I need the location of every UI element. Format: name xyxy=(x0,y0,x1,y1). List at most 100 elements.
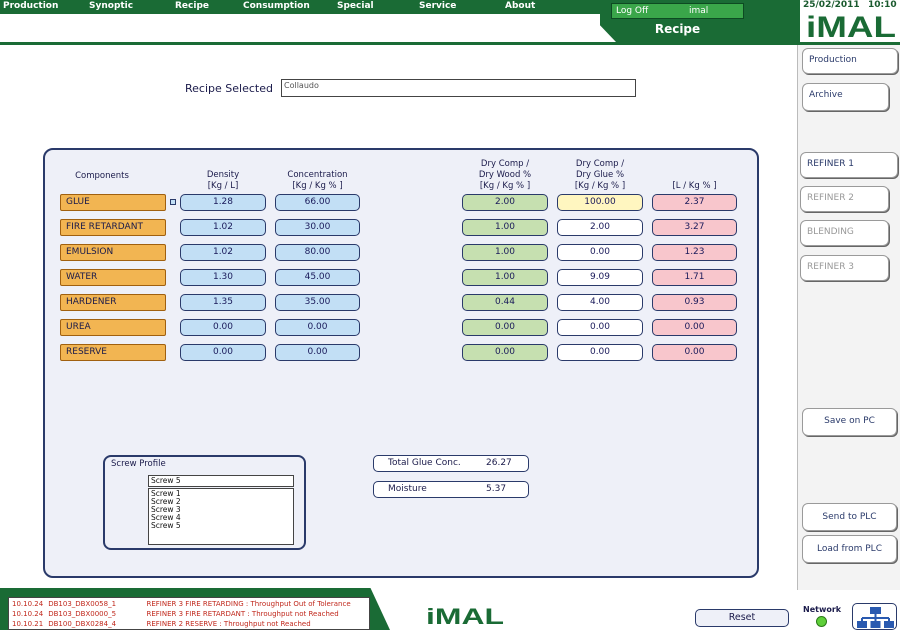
header-density-line2: [Kg / L] xyxy=(207,181,239,191)
density-field[interactable]: 0.00 xyxy=(180,344,266,361)
density-field[interactable]: 1.30 xyxy=(180,269,266,286)
density-field[interactable]: 1.28 xyxy=(180,194,266,211)
alarm-code: DB103_DBX0058_1 xyxy=(48,600,117,608)
component-name: GLUE xyxy=(60,194,166,211)
logoff-button[interactable]: Log Off imal xyxy=(611,3,744,19)
time-text: 10:10 xyxy=(868,0,897,10)
load-from-plc-button[interactable]: Load from PLC xyxy=(802,535,897,563)
header-density: Density [Kg / L] xyxy=(180,170,266,192)
density-field[interactable]: 1.02 xyxy=(180,244,266,261)
alarm-code: DB100_DBX0284_4 xyxy=(48,620,117,628)
alarm-time: 10.10.21 xyxy=(12,620,44,628)
alarm-row: 10.10.24 DB103_DBX0058_1 REFINER 3 FIRE … xyxy=(12,599,366,609)
component-name: RESERVE xyxy=(60,344,166,361)
screw-profile-selected[interactable]: Screw 5 xyxy=(148,475,294,487)
l-kg-field: 0.00 xyxy=(652,319,737,336)
moisture-box: Moisture 5.37 xyxy=(373,481,529,498)
total-glue-label: Total Glue Conc. xyxy=(388,458,461,468)
concentration-field[interactable]: 66.00 xyxy=(275,194,360,211)
moisture-value: 5.37 xyxy=(486,484,507,494)
page-title: Recipe xyxy=(654,22,701,36)
alarm-message: REFINER 3 FIRE RETARDING : Throughput Ou… xyxy=(146,600,351,608)
screw-option[interactable]: Screw 5 xyxy=(151,522,291,530)
density-field[interactable]: 0.00 xyxy=(180,319,266,336)
logoff-label: Log Off xyxy=(616,6,649,16)
dry-glue-field[interactable]: 100.00 xyxy=(557,194,643,211)
recipe-selected-label: Recipe Selected xyxy=(185,82,273,95)
reset-button[interactable]: Reset xyxy=(695,609,789,627)
dry-glue-field[interactable]: 0.00 xyxy=(557,344,643,361)
menu-special[interactable]: Special xyxy=(337,0,374,13)
header-density-line1: Density xyxy=(206,170,240,180)
dry-wood-field[interactable]: 1.00 xyxy=(462,219,548,236)
l-kg-field: 2.37 xyxy=(652,194,737,211)
network-label: Network xyxy=(803,605,842,614)
component-name: FIRE RETARDANT xyxy=(60,219,166,236)
dry-wood-field[interactable]: 2.00 xyxy=(462,194,548,211)
total-glue-box: Total Glue Conc. 26.27 xyxy=(373,455,529,472)
menu-about[interactable]: About xyxy=(505,0,535,13)
user-name: imal xyxy=(689,6,709,16)
header-dry-glue-line2: Dry Glue % xyxy=(575,170,625,180)
sidebar-refiner3-button[interactable]: REFINER 3 xyxy=(800,255,889,281)
sidebar-refiner1-button[interactable]: REFINER 1 xyxy=(800,152,898,178)
sidebar-refiner2-button[interactable]: REFINER 2 xyxy=(800,186,889,212)
menu-recipe[interactable]: Recipe xyxy=(175,0,209,13)
menu-synoptic[interactable]: Synoptic xyxy=(89,0,133,13)
alarm-list[interactable]: 10.10.24 DB103_DBX0058_1 REFINER 3 FIRE … xyxy=(8,597,370,630)
header-components: Components xyxy=(75,171,129,181)
sidebar-blending-button[interactable]: BLENDING xyxy=(800,220,889,246)
header-dry-wood: Dry Comp / Dry Wood % [Kg / Kg % ] xyxy=(462,159,548,192)
l-kg-field: 1.71 xyxy=(652,269,737,286)
menu-service[interactable]: Service xyxy=(419,0,456,13)
network-button[interactable] xyxy=(852,603,897,630)
dry-wood-field[interactable]: 0.44 xyxy=(462,294,548,311)
screw-profile-list[interactable]: Screw 1 Screw 2 Screw 3 Screw 4 Screw 5 xyxy=(148,488,294,545)
density-field[interactable]: 1.35 xyxy=(180,294,266,311)
save-on-pc-button[interactable]: Save on PC xyxy=(802,408,897,436)
date-text: 25/02/2011 xyxy=(803,0,860,10)
footer-imal-logo: iMAL xyxy=(426,604,504,626)
sidebar-production-button[interactable]: Production xyxy=(802,48,898,74)
glue-indicator-icon xyxy=(170,199,176,205)
dry-glue-field[interactable]: 4.00 xyxy=(557,294,643,311)
footer-logo-text: iMAL xyxy=(426,604,504,626)
total-glue-value: 26.27 xyxy=(486,458,512,468)
concentration-field[interactable]: 30.00 xyxy=(275,219,360,236)
density-field[interactable]: 1.02 xyxy=(180,219,266,236)
sidebar-archive-button[interactable]: Archive xyxy=(802,83,889,111)
menu-production[interactable]: Production xyxy=(3,0,58,13)
header-concentration-line1: Concentration xyxy=(287,170,348,180)
dry-glue-field[interactable]: 2.00 xyxy=(557,219,643,236)
l-kg-field: 1.23 xyxy=(652,244,737,261)
component-name: EMULSION xyxy=(60,244,166,261)
imal-logo-text: iMAL xyxy=(806,11,896,40)
concentration-field[interactable]: 0.00 xyxy=(275,319,360,336)
alarm-row: 10.10.21 DB100_DBX0284_4 REFINER 2 RESER… xyxy=(12,619,366,629)
concentration-field[interactable]: 45.00 xyxy=(275,269,360,286)
menu-consumption[interactable]: Consumption xyxy=(243,0,310,13)
component-name: HARDENER xyxy=(60,294,166,311)
dry-wood-field[interactable]: 0.00 xyxy=(462,344,548,361)
dry-glue-field[interactable]: 0.00 xyxy=(557,244,643,261)
imal-logo: iMAL xyxy=(806,11,896,40)
concentration-field[interactable]: 80.00 xyxy=(275,244,360,261)
header-concentration-line2: [Kg / Kg % ] xyxy=(292,181,343,191)
concentration-field[interactable]: 35.00 xyxy=(275,294,360,311)
header-dry-wood-line2: Dry Wood % xyxy=(478,170,532,180)
recipe-selected-field[interactable]: Collaudo xyxy=(281,79,636,97)
dry-glue-field[interactable]: 0.00 xyxy=(557,319,643,336)
send-to-plc-button[interactable]: Send to PLC xyxy=(802,503,897,531)
dry-wood-field[interactable]: 0.00 xyxy=(462,319,548,336)
alarm-time: 10.10.24 xyxy=(12,600,44,608)
dry-glue-field[interactable]: 9.09 xyxy=(557,269,643,286)
component-name: UREA xyxy=(60,319,166,336)
concentration-field[interactable]: 0.00 xyxy=(275,344,360,361)
header-dry-wood-line1: Dry Comp / xyxy=(480,159,530,169)
dry-wood-field[interactable]: 1.00 xyxy=(462,269,548,286)
alarm-row: 10.10.24 DB103_DBX0000_5 REFINER 3 FIRE … xyxy=(12,609,366,619)
l-kg-field: 0.00 xyxy=(652,344,737,361)
dry-wood-field[interactable]: 1.00 xyxy=(462,244,548,261)
header-dry-glue: Dry Comp / Dry Glue % [Kg / Kg % ] xyxy=(557,159,643,192)
alarm-code: DB103_DBX0000_5 xyxy=(48,610,117,618)
